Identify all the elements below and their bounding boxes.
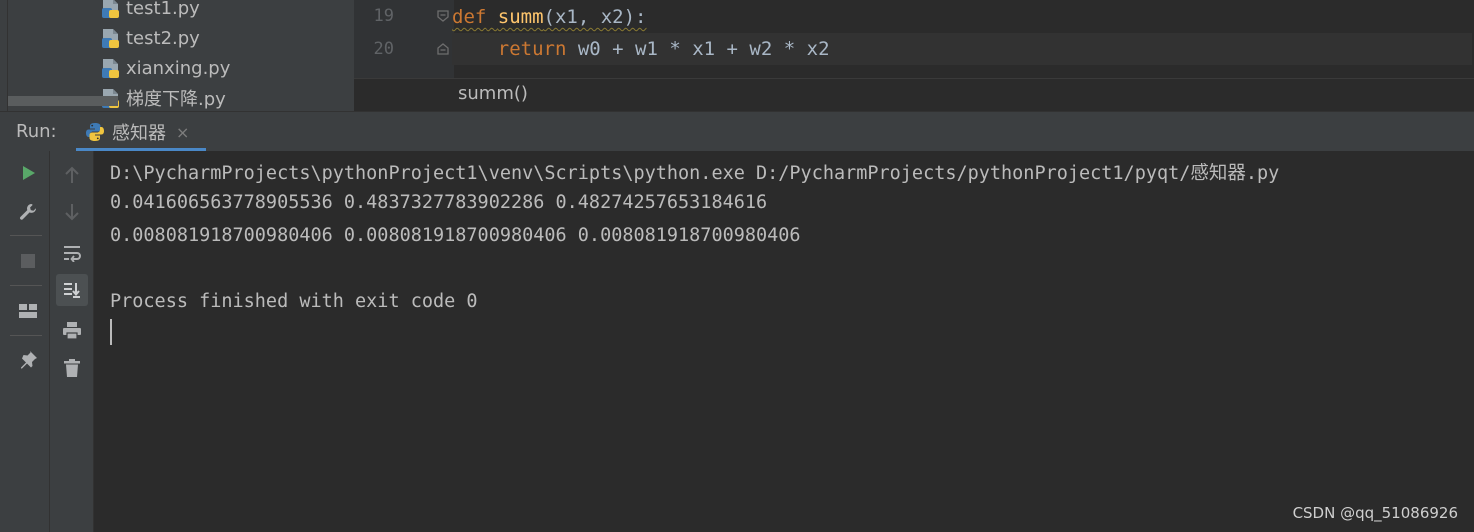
code-editor[interactable]: 19 20 def summ (x1, x2): return w0 + w1 *… (354, 0, 1474, 78)
scroll-to-end-icon (64, 283, 80, 298)
tree-item-label: test2.py (126, 27, 200, 49)
toolbar-separator (10, 285, 42, 286)
pin-icon (21, 351, 37, 369)
close-icon[interactable]: × (176, 123, 189, 142)
project-tree: test1.py test2.py xianxing.py 梯度下降.py (8, 0, 354, 111)
python-icon (86, 123, 104, 141)
line-number: 19 (373, 6, 394, 26)
run-label: Run: (16, 121, 57, 142)
console-line-command: D:\PycharmProjects\pythonProject1\venv\S… (110, 163, 1280, 184)
rerun-button[interactable] (12, 157, 44, 189)
arrow-down-icon (65, 204, 79, 221)
python-file-icon (100, 27, 122, 49)
layout-icon (19, 304, 37, 318)
line-number-gutter: 19 20 (354, 0, 454, 78)
tree-item-test1[interactable]: test1.py (100, 0, 200, 23)
run-toolbar-primary (0, 151, 50, 532)
horizontal-scrollbar[interactable] (8, 96, 118, 106)
function-params: (x1, x2): (543, 6, 647, 28)
run-tab-label: 感知器 (112, 123, 166, 144)
tree-item-label: xianxing.py (126, 57, 231, 79)
keyword-return: return (497, 38, 567, 60)
code-line-19: def summ (x1, x2): (452, 1, 647, 33)
arrow-up-icon (65, 166, 79, 183)
print-button[interactable] (56, 314, 88, 346)
fold-open-icon[interactable] (436, 9, 450, 23)
console-line-output: 0.041606563778905536 0.4837327783902286 … (110, 192, 768, 213)
python-file-icon (100, 57, 122, 79)
run-window-header: Run: 感知器 × (0, 111, 1474, 152)
stop-icon (21, 254, 35, 268)
top-area: test1.py test2.py xianxing.py 梯度下降.py 19… (0, 0, 1474, 111)
run-toolbar-secondary (50, 151, 94, 532)
toolbar-separator (10, 335, 42, 336)
console-line-output: 0.00808191870098040​6 0.0080819187009804… (110, 225, 801, 246)
keyword-def: def (452, 6, 487, 28)
line-number: 20 (373, 39, 394, 59)
edit-configuration-button[interactable] (12, 196, 44, 228)
tree-item-label: 梯度下降.py (126, 89, 226, 110)
console-line-exit-status: Process finished with exit code 0 (110, 291, 478, 312)
pin-tab-button[interactable] (12, 344, 44, 376)
code-line-20: return w0 + w1 * x1 + w2 * x2 (452, 33, 1472, 65)
left-tool-strip (0, 0, 8, 111)
run-tab[interactable]: 感知器 × (76, 112, 206, 152)
breadcrumb-bar: summ() (354, 78, 1474, 111)
scroll-down-button[interactable] (56, 196, 88, 228)
tree-item-label: test1.py (126, 0, 200, 19)
tree-item-xianxing[interactable]: xianxing.py (100, 53, 230, 83)
soft-wrap-icon (64, 246, 81, 262)
text-cursor (110, 319, 112, 345)
print-icon (63, 322, 81, 340)
toolbar-separator (10, 235, 42, 236)
scroll-up-button[interactable] (56, 159, 88, 191)
wrench-icon (20, 204, 37, 220)
return-expression: w0 + w1 * x1 + w2 * x2 (566, 38, 830, 60)
console-output[interactable]: D:\PycharmProjects\pythonProject1\venv\S… (94, 151, 1474, 532)
breadcrumb[interactable]: summ() (458, 83, 528, 104)
python-file-icon (100, 0, 122, 19)
soft-wrap-button[interactable] (56, 237, 88, 269)
fold-end-icon[interactable] (436, 42, 450, 56)
function-name: summ (497, 6, 544, 28)
stop-button[interactable] (12, 245, 44, 277)
tree-item-gradient-descent[interactable]: 梯度下降.py (100, 83, 226, 111)
restore-layout-button[interactable] (12, 295, 44, 327)
trash-icon (64, 359, 80, 377)
scroll-to-end-button[interactable] (56, 274, 88, 306)
play-icon (23, 166, 35, 180)
watermark: CSDN @qq_51086926 (1292, 504, 1458, 522)
tree-item-test2[interactable]: test2.py (100, 23, 200, 53)
clear-all-button[interactable] (56, 352, 88, 384)
